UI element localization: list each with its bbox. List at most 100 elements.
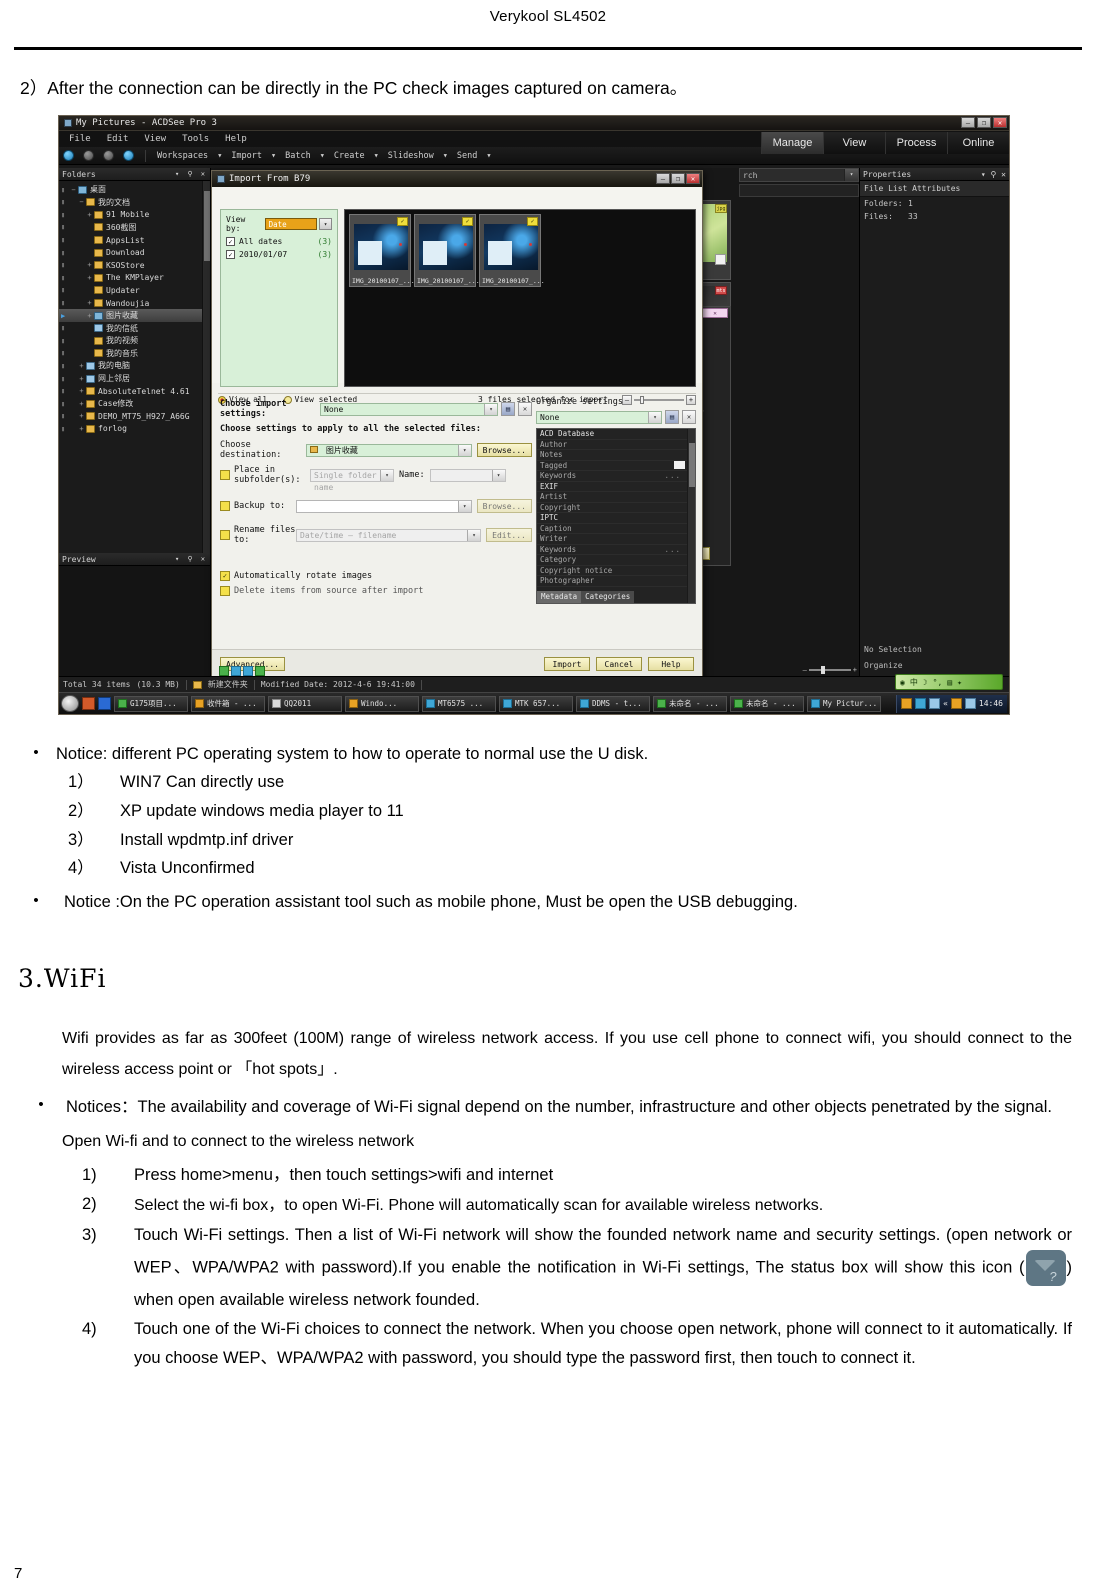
ime-skin-icon[interactable]: ✦ [957, 678, 962, 687]
taskbar-item[interactable]: Windo... [345, 695, 419, 712]
close-icon[interactable]: ✕ [993, 117, 1007, 129]
tab-manage[interactable]: Manage [761, 132, 823, 155]
tree-row[interactable]: ▮ + 我的电脑 [59, 360, 210, 373]
toolbar-slideshow[interactable]: Slideshow [388, 151, 434, 161]
chevron-down-icon-slideshow[interactable]: ▾ [443, 151, 448, 161]
quicklaunch-icon-2[interactable] [98, 697, 111, 711]
helper-close-icon[interactable]: ✕ [702, 308, 728, 319]
thumbnail-checkbox[interactable]: ✓ [527, 217, 538, 227]
thumbnail-zoom-slider[interactable]: – + [803, 666, 857, 675]
ime-language-label[interactable]: 中 [910, 677, 918, 688]
help-button[interactable]: Help [648, 657, 694, 672]
start-button[interactable] [61, 695, 79, 713]
chevron-down-icon-batch[interactable]: ▾ [320, 151, 325, 161]
name-select[interactable]: ▾ [429, 468, 506, 482]
chevron-down-icon-workspaces[interactable]: ▾ [217, 151, 222, 161]
tab-online[interactable]: Online [947, 132, 1009, 155]
tree-row[interactable]: ▮ + AbsoluteTelnet 4.61 [59, 385, 210, 398]
tree-row[interactable]: ▮ + Wandoujia [59, 297, 210, 310]
zoom-slider-track[interactable] [808, 666, 851, 675]
taskbar-item[interactable]: DDMS - t... [576, 695, 650, 712]
subfolder-select[interactable]: Single folder by name ▾ [310, 468, 394, 492]
chevron-down-icon-send[interactable]: ▾ [486, 151, 491, 161]
chevron-down-icon-destination[interactable]: ▾ [457, 444, 471, 456]
properties-panel-controls[interactable]: ▾ ⚲ ✕ [981, 170, 1006, 179]
save-icon[interactable]: ▤ [501, 402, 515, 417]
view-by-select[interactable]: Date [264, 218, 318, 231]
toolbar-import[interactable]: Import [231, 151, 262, 161]
tree-row[interactable]: ▮ +91 Mobile [59, 209, 210, 222]
tree-row-selected[interactable]: ▶ + 图片收藏 [59, 309, 210, 322]
chevron-down-icon-viewby[interactable]: ▾ [319, 218, 332, 231]
menu-view[interactable]: View [144, 134, 166, 144]
chevron-down-icon-backup[interactable]: ▾ [457, 500, 471, 512]
taskbar-item[interactable]: MTK 657... [499, 695, 573, 712]
preview-panel-controls[interactable]: ▾ ⚲ ✕ [175, 555, 207, 563]
backup-input[interactable]: ▾ [296, 499, 472, 513]
tree-row[interactable]: ▮ 360截图 [59, 221, 210, 234]
tree-row[interactable]: ▮ Download [59, 246, 210, 259]
edit-rename-button[interactable]: Edit... [486, 528, 532, 543]
tree-row[interactable]: ▮ + Case修改 [59, 397, 210, 410]
date-filter-row[interactable]: ✓ All dates (3) [226, 237, 332, 247]
zoom-out-icon[interactable]: – [803, 666, 807, 674]
browse-destination-button[interactable]: Browse... [476, 443, 532, 458]
import-thumbnail[interactable]: ✓ IMG_20100107_... [349, 214, 415, 288]
maximize-icon[interactable]: ❐ [977, 117, 991, 129]
tree-row[interactable]: ▮ 我的信纸 [59, 322, 210, 335]
tree-row[interactable]: ▮ + 网上邻居 [59, 372, 210, 385]
rotate-left-icon[interactable] [231, 666, 241, 677]
toolbar-workspaces[interactable]: Workspaces [157, 151, 208, 161]
tray-icon-5[interactable] [964, 698, 976, 710]
choose-import-settings-select[interactable]: None ▾ [320, 402, 498, 416]
taskbar-item[interactable]: QQ2011 [268, 695, 342, 712]
menu-file[interactable]: File [69, 134, 91, 144]
tree-row[interactable]: ▮ + forlog [59, 423, 210, 436]
tray-icon-2[interactable] [915, 698, 927, 710]
chevron-down-icon-search[interactable]: ▾ [844, 169, 858, 182]
tree-row[interactable]: ▮ + KSOStore [59, 259, 210, 272]
panel-controls[interactable]: ▾ ⚲ ✕ [175, 170, 207, 178]
toolbar-batch[interactable]: Batch [285, 151, 311, 161]
cancel-button[interactable]: Cancel [596, 657, 642, 672]
destination-row[interactable]: Choose destination: 图片收藏 ▾ Browse... [220, 440, 532, 460]
delete-icon-organize[interactable]: ✕ [682, 410, 696, 425]
tree-row[interactable]: ▮ AppsList [59, 234, 210, 247]
date-filter-row[interactable]: ✓ 2010/01/07 (3) [226, 250, 332, 260]
toolbar-create[interactable]: Create [334, 151, 365, 161]
metadata-list-scrollbar[interactable] [687, 429, 695, 604]
dialog-maximize-icon[interactable]: ❐ [671, 172, 685, 184]
chevron-down-icon-create[interactable]: ▾ [374, 151, 379, 161]
tree-row[interactable]: ▮ Updater [59, 284, 210, 297]
thumbnail-checkbox[interactable]: ✓ [462, 217, 473, 227]
taskbar-item[interactable]: 未命名 - ... [730, 695, 804, 712]
ime-punct-icon[interactable]: °, [933, 678, 943, 687]
rename-row[interactable]: Rename files to: Date/time – filename ▾ … [220, 525, 532, 545]
tray-expand-icon[interactable]: « [943, 699, 948, 708]
filmstrip-view-icon[interactable] [255, 666, 265, 677]
dialog-minimize-icon[interactable]: – [656, 172, 670, 184]
import-dialog-window-controls[interactable]: – ❐ ✕ [656, 172, 700, 184]
menu-edit[interactable]: Edit [107, 134, 129, 144]
view-by-row[interactable]: View by: Date ▾ [226, 215, 332, 233]
tree-row[interactable]: ▮ + DEMO_MT75_H927_A66G [59, 410, 210, 423]
checkbox-place-in-subfolder[interactable] [220, 470, 230, 481]
windows-taskbar[interactable]: G175项目... 收件箱 - ... QQ2011 Windo... MT65… [59, 692, 1009, 715]
choose-import-settings-row[interactable]: Choose import settings: None ▾ ▤ ✕ [220, 399, 532, 419]
dialog-close-icon[interactable]: ✕ [686, 172, 700, 184]
ime-keyboard-icon[interactable]: ▤ [947, 678, 952, 687]
menu-tools[interactable]: Tools [182, 134, 209, 144]
home-icon[interactable] [63, 150, 74, 162]
view-mode-icons[interactable] [219, 666, 265, 677]
checkbox-rename-files[interactable] [220, 530, 230, 541]
tab-metadata[interactable]: Metadata [537, 591, 582, 604]
tree-row[interactable]: ▮ − 桌面 [59, 183, 210, 196]
import-thumbnail[interactable]: ✓ IMG_20100107_... [414, 214, 480, 288]
tray-icon-1[interactable] [901, 698, 913, 710]
taskbar-item[interactable]: G175项目... [114, 695, 188, 712]
checkbox-date-20100107[interactable]: ✓ [226, 250, 235, 260]
back-icon[interactable] [83, 150, 94, 162]
tab-categories[interactable]: Categories [581, 591, 635, 604]
chevron-down-icon-subfolder[interactable]: ▾ [380, 469, 393, 481]
tree-row[interactable]: ▮ 我的视频 [59, 335, 210, 348]
